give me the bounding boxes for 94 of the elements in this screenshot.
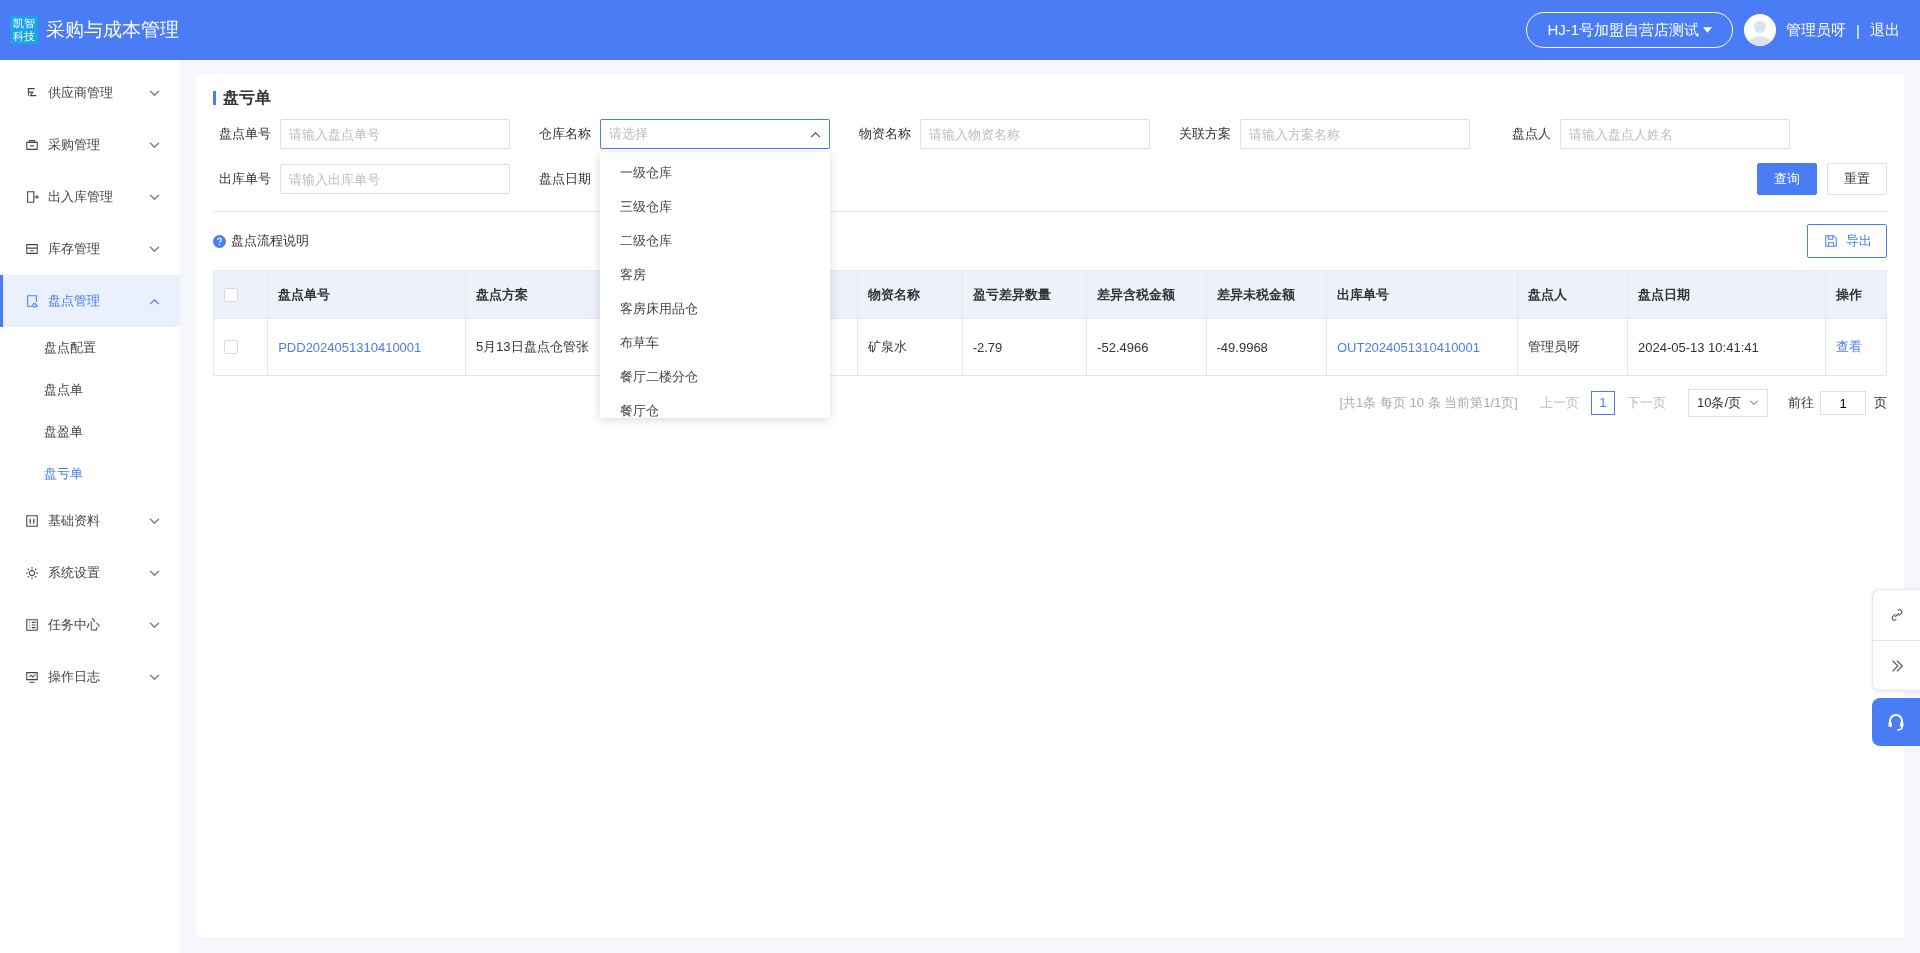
column-header: 操作 xyxy=(1825,270,1887,319)
dropdown-option[interactable]: 二级仓库 xyxy=(600,224,830,258)
dropdown-option[interactable]: 布草车 xyxy=(600,326,830,360)
chevron-icon xyxy=(149,245,160,253)
column-header: 盈亏差异数量 xyxy=(962,270,1087,319)
menu-icon xyxy=(25,566,39,580)
sidebar-item[interactable]: 系统设置 xyxy=(0,547,180,599)
field-label: 盘点日期 xyxy=(538,170,591,188)
page-number[interactable]: 1 xyxy=(1590,391,1615,415)
chevron-icon xyxy=(1749,400,1759,406)
field-label: 出库单号 xyxy=(218,170,271,188)
menu-icon xyxy=(25,618,39,632)
help-link[interactable]: 盘点流程说明 xyxy=(213,232,309,250)
chevron-icon xyxy=(149,673,160,681)
support-button[interactable] xyxy=(1872,698,1920,746)
menu-icon xyxy=(25,138,39,152)
chevron-icon xyxy=(149,193,160,201)
user-name: 管理员呀 xyxy=(1786,20,1847,40)
chevron-icon xyxy=(149,621,160,629)
table-cell: 管理员呀 xyxy=(1517,318,1628,376)
dropdown-option[interactable]: 餐厅二楼分仓 xyxy=(600,360,830,394)
sidebar-item[interactable]: 出入库管理 xyxy=(0,171,180,223)
field-label: 盘点人 xyxy=(1511,125,1551,143)
input-field[interactable]: 请输入盘点单号 xyxy=(280,119,510,149)
table-cell: 2024-05-13 10:41:41 xyxy=(1627,318,1826,376)
page-title: 盘亏单 xyxy=(213,91,1887,105)
goto-label: 前往 xyxy=(1788,394,1814,412)
column-header: 出库单号 xyxy=(1326,270,1518,319)
caret-icon xyxy=(1703,27,1713,33)
input-field[interactable]: 请输入方案名称 xyxy=(1240,119,1470,149)
chevron-icon xyxy=(149,141,160,149)
input-field[interactable]: 请输入出库单号 xyxy=(280,164,510,194)
sidebar-item[interactable]: 任务中心 xyxy=(0,599,180,651)
input-field[interactable]: 请输入物资名称 xyxy=(920,119,1150,149)
separator: | xyxy=(1856,21,1860,39)
submenu-item[interactable]: 盘亏单 xyxy=(0,453,180,495)
question-icon xyxy=(213,234,226,248)
column-header: 差异含税金额 xyxy=(1086,270,1206,319)
table-link[interactable]: PDD2024051310410001 xyxy=(267,318,466,376)
menu-icon xyxy=(25,190,39,204)
column-header: 盘点日期 xyxy=(1627,270,1826,319)
checkbox[interactable] xyxy=(224,340,238,354)
table-cell: -52.4966 xyxy=(1086,318,1206,376)
sidebar-item[interactable]: 供应商管理 xyxy=(0,67,180,119)
double-chevron-icon xyxy=(1889,658,1904,673)
app-title: 采购与成本管理 xyxy=(46,18,179,42)
table-link[interactable]: OUT2024051310410001 xyxy=(1326,318,1518,376)
chevron-icon xyxy=(149,89,160,97)
column-header: 物资名称 xyxy=(857,270,963,319)
reset-button[interactable]: 重置 xyxy=(1827,163,1887,195)
chevron-icon xyxy=(810,130,821,138)
field-label: 关联方案 xyxy=(1178,125,1231,143)
sidebar-item[interactable]: 库存管理 xyxy=(0,223,180,275)
page-size-select[interactable]: 10条/页 xyxy=(1687,389,1768,417)
checkbox[interactable] xyxy=(224,287,238,302)
submenu-item[interactable]: 盘点配置 xyxy=(0,327,180,369)
field-label: 物资名称 xyxy=(858,125,911,143)
link-icon xyxy=(1889,608,1904,622)
column-header: 盘点人 xyxy=(1517,270,1628,319)
save-icon xyxy=(1824,234,1838,248)
sidebar-item[interactable]: 操作日志 xyxy=(0,651,180,703)
sidebar-item[interactable]: 基础资料 xyxy=(0,495,180,547)
chevron-icon xyxy=(149,517,160,525)
menu-icon xyxy=(25,514,39,528)
field-label: 盘点单号 xyxy=(218,125,271,143)
menu-icon xyxy=(25,670,39,684)
submenu-item[interactable]: 盘点单 xyxy=(0,369,180,411)
table-cell: -49.9968 xyxy=(1206,318,1327,376)
page-suffix: 页 xyxy=(1874,394,1887,412)
sidebar-item[interactable]: 盘点管理 xyxy=(0,275,180,327)
menu-icon xyxy=(25,294,39,308)
column-header: 盘点单号 xyxy=(267,270,466,319)
page-input[interactable]: 1 xyxy=(1820,391,1866,415)
logout-link[interactable]: 退出 xyxy=(1870,20,1900,40)
input-field[interactable]: 请输入盘点人姓名 xyxy=(1560,119,1790,149)
dropdown-option[interactable]: 一级仓库 xyxy=(600,156,830,190)
search-button[interactable]: 查询 xyxy=(1757,163,1817,195)
chevron-icon xyxy=(149,569,160,577)
table-cell: -2.79 xyxy=(962,318,1087,376)
dropdown-option[interactable]: 餐厅仓 xyxy=(600,394,830,418)
column-header: 差异未税金额 xyxy=(1206,270,1327,319)
submenu-item[interactable]: 盘盈单 xyxy=(0,411,180,453)
avatar-icon xyxy=(1744,14,1777,46)
sidebar-item[interactable]: 采购管理 xyxy=(0,119,180,171)
export-button[interactable]: 导出 xyxy=(1807,224,1887,258)
dropdown-option[interactable]: 三级仓库 xyxy=(600,190,830,224)
pagination-summary: [共1条 每页 10 条 当前第1/1页] xyxy=(1339,394,1518,412)
menu-icon xyxy=(25,242,39,256)
field-label: 仓库名称 xyxy=(538,125,591,143)
table-link[interactable]: 查看 xyxy=(1825,318,1887,376)
table-cell: 矿泉水 xyxy=(857,318,963,376)
chevron-icon xyxy=(149,297,160,305)
logo: 凯智科技 xyxy=(10,16,38,44)
headset-icon xyxy=(1886,712,1906,732)
